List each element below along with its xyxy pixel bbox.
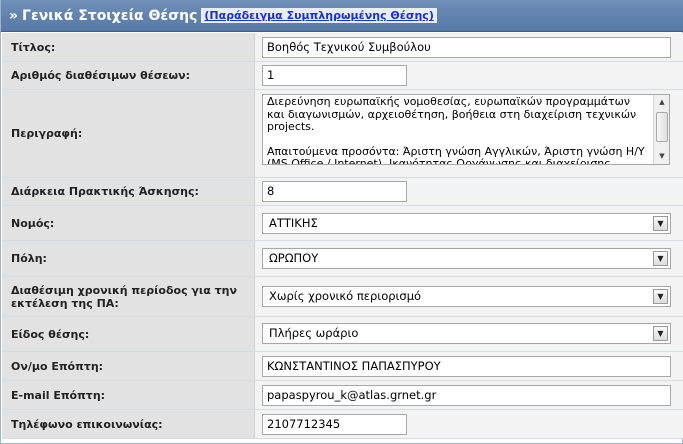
positions-field-cell: 1 <box>255 62 683 89</box>
period-label: Διαθέσιμη χρονική περίοδος για την εκτέλ… <box>2 277 255 316</box>
row-period: Διαθέσιμη χρονική περίοδος για την εκτέλ… <box>2 277 683 317</box>
scroll-down-icon[interactable]: ▼ <box>655 150 669 163</box>
section-title: Γενικά Στοιχεία Θέσης <box>22 7 198 24</box>
description-label: Περιγραφή: <box>2 90 255 177</box>
description-paragraph-2: Απαιτούμενα προσόντα: Άριστη γνώση Αγγλι… <box>267 144 645 165</box>
example-position-link[interactable]: (Παράδειγμα Συμπληρωμένης Θέσης) <box>201 8 437 23</box>
supervisor-label: Ον/μο Επόπτη: <box>2 352 255 380</box>
period-select[interactable]: Χωρίς χρονικό περιορισμό ▼ <box>262 286 671 307</box>
prefecture-select[interactable]: ΑΤΤΙΚΗΣ ▼ <box>262 213 671 234</box>
row-description: Περιγραφή: Διερεύνηση ευρωπαϊκής νομοθεσ… <box>2 90 683 178</box>
chevron-down-icon[interactable]: ▼ <box>653 289 668 304</box>
supervisor-input[interactable]: ΚΩΝΣΤΑΝΤΙΝΟΣ ΠΑΠΑΣΠΥΡΟΥ <box>262 356 671 377</box>
row-supervisor: Ον/μο Επόπτη: ΚΩΝΣΤΑΝΤΙΝΟΣ ΠΑΠΑΣΠΥΡΟΥ <box>2 352 683 381</box>
supervisor-email-input[interactable]: papaspyrou_k@atlas.grnet.gr <box>262 385 671 406</box>
prefecture-value: ΑΤΤΙΚΗΣ <box>269 216 318 230</box>
positions-label: Αριθμός διαθέσιμων θέσεων: <box>2 62 255 89</box>
title-input[interactable]: Βοηθός Τεχνικού Συμβούλου <box>262 37 671 58</box>
supervisor-email-label: E-mail Επόπτη: <box>2 381 255 409</box>
supervisor-field-cell: ΚΩΝΣΤΑΝΤΙΝΟΣ ΠΑΠΑΣΠΥΡΟΥ <box>255 352 683 380</box>
row-title: Τίτλος: Βοηθός Τεχνικού Συμβούλου <box>2 33 683 62</box>
scroll-thumb[interactable] <box>656 112 668 142</box>
description-paragraph-1: Διερεύνηση ευρωπαϊκής νομοθεσίας, ευρωπα… <box>267 95 637 133</box>
position-form-panel: » Γενικά Στοιχεία Θέσης (Παράδειγμα Συμπ… <box>0 0 683 444</box>
duration-label: Διάρκεια Πρακτικής Άσκησης: <box>2 178 255 205</box>
row-positions: Αριθμός διαθέσιμων θέσεων: 1 <box>2 62 683 90</box>
supervisor-email-field-cell: papaspyrou_k@atlas.grnet.gr <box>255 381 683 409</box>
duration-field-cell: 8 <box>255 178 683 205</box>
section-header: » Γενικά Στοιχεία Θέσης (Παράδειγμα Συμπ… <box>1 0 683 32</box>
description-field-cell: Διερεύνηση ευρωπαϊκής νομοθεσίας, ευρωπα… <box>255 90 683 177</box>
row-prefecture: Νομός: ΑΤΤΙΚΗΣ ▼ <box>2 206 683 241</box>
duration-input[interactable]: 8 <box>262 181 407 202</box>
city-field-cell: ΩΡΩΠΟΥ ▼ <box>255 241 683 276</box>
description-scrollbar[interactable]: ▲ ▼ <box>653 95 669 164</box>
phone-label: Τηλέφωνο επικοινωνίας: <box>2 410 255 438</box>
chevron-down-icon[interactable]: ▼ <box>653 326 668 341</box>
position-type-select[interactable]: Πλήρες ωράριο ▼ <box>262 323 671 344</box>
phone-field-cell: 2107712345 <box>255 410 683 438</box>
row-city: Πόλη: ΩΡΩΠΟΥ ▼ <box>2 241 683 277</box>
position-type-value: Πλήρες ωράριο <box>269 326 359 340</box>
scroll-up-icon[interactable]: ▲ <box>655 96 669 109</box>
city-select[interactable]: ΩΡΩΠΟΥ ▼ <box>262 248 671 269</box>
position-type-field-cell: Πλήρες ωράριο ▼ <box>255 317 683 351</box>
positions-input[interactable]: 1 <box>262 65 407 86</box>
phone-input[interactable]: 2107712345 <box>262 414 407 435</box>
period-value: Χωρίς χρονικό περιορισμό <box>269 289 422 303</box>
row-position-type: Είδος θέσης: Πλήρες ωράριο ▼ <box>2 317 683 352</box>
chevron-icon: » <box>9 7 19 24</box>
title-label: Τίτλος: <box>2 33 255 61</box>
position-type-label: Είδος θέσης: <box>2 317 255 351</box>
title-field-cell: Βοηθός Τεχνικού Συμβούλου <box>255 33 683 61</box>
chevron-down-icon[interactable]: ▼ <box>653 216 668 231</box>
city-label: Πόλη: <box>2 241 255 276</box>
row-duration: Διάρκεια Πρακτικής Άσκησης: 8 <box>2 178 683 206</box>
city-value: ΩΡΩΠΟΥ <box>269 251 319 265</box>
period-field-cell: Χωρίς χρονικό περιορισμό ▼ <box>255 277 683 316</box>
prefecture-label: Νομός: <box>2 206 255 240</box>
description-textarea[interactable]: Διερεύνηση ευρωπαϊκής νομοθεσίας, ευρωπα… <box>262 94 670 165</box>
row-phone: Τηλέφωνο επικοινωνίας: 2107712345 <box>2 410 683 439</box>
prefecture-field-cell: ΑΤΤΙΚΗΣ ▼ <box>255 206 683 240</box>
row-supervisor-email: E-mail Επόπτη: papaspyrou_k@atlas.grnet.… <box>2 381 683 410</box>
chevron-down-icon[interactable]: ▼ <box>653 251 668 266</box>
